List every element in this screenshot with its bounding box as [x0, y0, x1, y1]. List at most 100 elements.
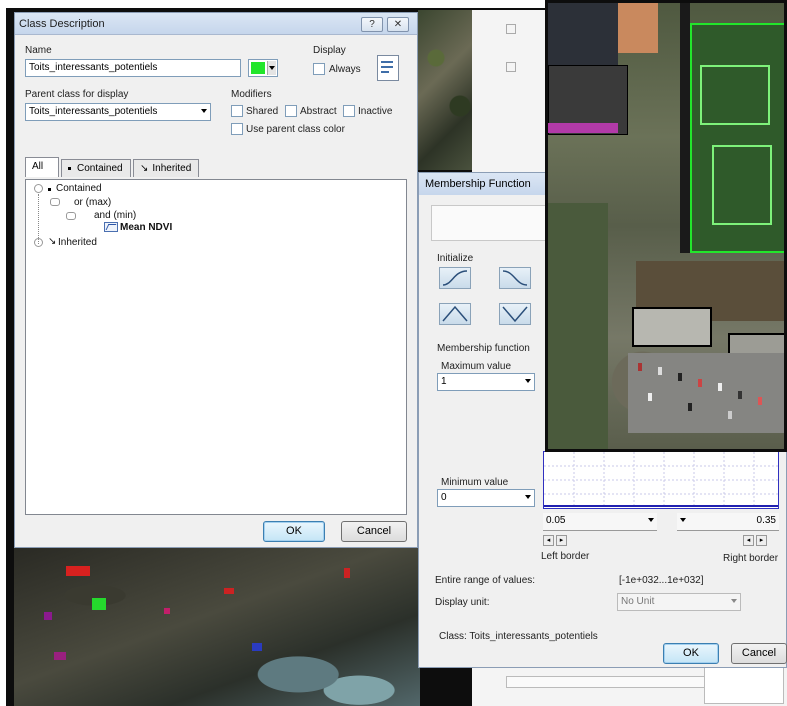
always-label: Always — [329, 64, 361, 75]
class-tree[interactable]: Contained or (max) and (min) Mean NDVI ↘… — [25, 179, 407, 515]
operator-icon — [50, 198, 60, 206]
cancel-button[interactable]: Cancel — [341, 521, 407, 542]
shared-label: Shared — [246, 106, 279, 117]
entire-range-label: Entire range of values: — [435, 575, 536, 586]
membership-function-label: Membership function — [437, 343, 530, 354]
building-edge — [680, 3, 690, 253]
help-button[interactable]: ? — [361, 17, 383, 32]
chevron-down-icon — [731, 599, 737, 603]
right-border-increment[interactable]: ▸ — [756, 535, 767, 546]
tab-all[interactable]: All — [25, 157, 59, 177]
aerial-image-strip — [418, 10, 478, 170]
classified-segment — [344, 568, 350, 578]
tree-expander-icon — [506, 24, 516, 34]
always-checkbox[interactable] — [313, 63, 325, 75]
close-button[interactable]: ✕ — [387, 17, 409, 32]
color-picker[interactable] — [248, 59, 278, 77]
classified-segment — [92, 598, 106, 610]
classified-outline — [548, 123, 618, 133]
chevron-down-icon — [525, 495, 531, 499]
class-label: Class: Toits_interessants_potentiels — [439, 631, 598, 642]
window-title: Class Description — [19, 18, 105, 30]
name-input[interactable]: Toits_interessants_potentiels — [25, 59, 241, 77]
building-roof — [618, 3, 658, 53]
tab-inherited[interactable]: ↘ Inherited — [133, 159, 199, 177]
operator-icon — [66, 212, 76, 220]
chevron-down-icon — [201, 109, 207, 113]
tree-line — [38, 194, 39, 244]
building-roof — [632, 307, 712, 347]
left-border-input[interactable]: 0.05 — [543, 513, 657, 531]
left-border-decrement[interactable]: ◂ — [543, 535, 554, 546]
right-border-input[interactable]: 0.35 — [677, 513, 779, 531]
display-unit-select[interactable]: No Unit — [617, 593, 741, 611]
classified-segment — [252, 643, 262, 651]
chevron-down-icon — [680, 518, 686, 522]
left-border-label: Left border — [541, 551, 590, 562]
tree-node-icon — [34, 238, 43, 247]
membership-function-icon — [104, 222, 118, 232]
tree-expander-icon — [506, 62, 516, 72]
minimum-value-select[interactable]: 0 — [437, 489, 535, 507]
parking-lot — [628, 353, 784, 433]
tree-item-contained[interactable]: Contained — [56, 183, 102, 194]
class-description-dialog: Class Description ? ✕ Name Toits_interes… — [14, 12, 418, 548]
tab-contained[interactable]: Contained — [61, 159, 131, 177]
classified-roof-green — [690, 23, 784, 253]
sigmoid-down-icon[interactable] — [499, 267, 531, 289]
membership-ok-button[interactable]: OK — [663, 643, 719, 664]
inherit-arrow-icon: ↘ — [48, 236, 57, 247]
window-title: Membership Function — [425, 178, 531, 190]
chevron-down-icon — [525, 379, 531, 383]
titlebar: Class Description ? ✕ — [15, 13, 417, 35]
parent-class-select[interactable]: Toits_interessants_potentiels — [25, 103, 211, 121]
bullet-icon — [48, 188, 51, 191]
name-label: Name — [25, 45, 52, 56]
left-border-increment[interactable]: ▸ — [556, 535, 567, 546]
color-swatch — [251, 62, 265, 74]
classified-segment — [66, 566, 90, 576]
shared-checkbox[interactable] — [231, 105, 243, 117]
tree-item-inherited[interactable]: Inherited — [58, 237, 97, 248]
tree-canopy — [548, 203, 608, 449]
right-border-decrement[interactable]: ◂ — [743, 535, 754, 546]
entire-range-value: [-1e+032...1e+032] — [619, 575, 704, 586]
tree-item-mean-ndvi[interactable]: Mean NDVI — [120, 222, 172, 233]
inactive-label: Inactive — [358, 106, 393, 117]
horizontal-scrollbar[interactable] — [506, 676, 716, 688]
inactive-checkbox[interactable] — [343, 105, 355, 117]
aerial-image-overlay — [545, 0, 787, 452]
classified-segment — [54, 652, 66, 660]
chevron-down-icon — [648, 518, 654, 522]
graph-grid — [544, 452, 778, 508]
triangle-up-icon[interactable] — [439, 303, 471, 325]
classified-segment — [224, 588, 234, 594]
maximum-value-select[interactable]: 1 — [437, 373, 535, 391]
modifiers-label: Modifiers — [231, 89, 272, 100]
tree-item-or[interactable]: or (max) — [74, 197, 111, 208]
triangle-down-icon[interactable] — [499, 303, 531, 325]
use-parent-color-checkbox[interactable] — [231, 123, 243, 135]
abstract-label: Abstract — [300, 106, 337, 117]
membership-graph[interactable] — [543, 451, 779, 509]
right-border-label: Right border — [723, 553, 779, 564]
classified-segment — [44, 612, 52, 620]
maximum-value-label: Maximum value — [441, 361, 512, 372]
classified-segment — [164, 608, 170, 614]
parent-class-label: Parent class for display — [25, 89, 129, 100]
display-label: Display — [313, 45, 346, 56]
membership-cancel-button[interactable]: Cancel — [731, 643, 787, 664]
use-parent-color-label: Use parent class color — [246, 124, 345, 135]
ok-button[interactable]: OK — [263, 521, 325, 542]
bullet-icon — [68, 166, 71, 170]
tree-item-and[interactable]: and (min) — [94, 210, 136, 221]
inherit-arrow-icon: ↘ — [140, 163, 149, 174]
sigmoid-up-icon[interactable] — [439, 267, 471, 289]
aerial-image-bottom — [14, 548, 420, 706]
tree-node-icon — [34, 184, 43, 193]
abstract-checkbox[interactable] — [285, 105, 297, 117]
document-edit-icon[interactable] — [377, 55, 399, 81]
minimum-value-label: Minimum value — [441, 477, 509, 488]
initialize-label: Initialize — [437, 253, 474, 264]
display-unit-label: Display unit: — [435, 597, 490, 608]
